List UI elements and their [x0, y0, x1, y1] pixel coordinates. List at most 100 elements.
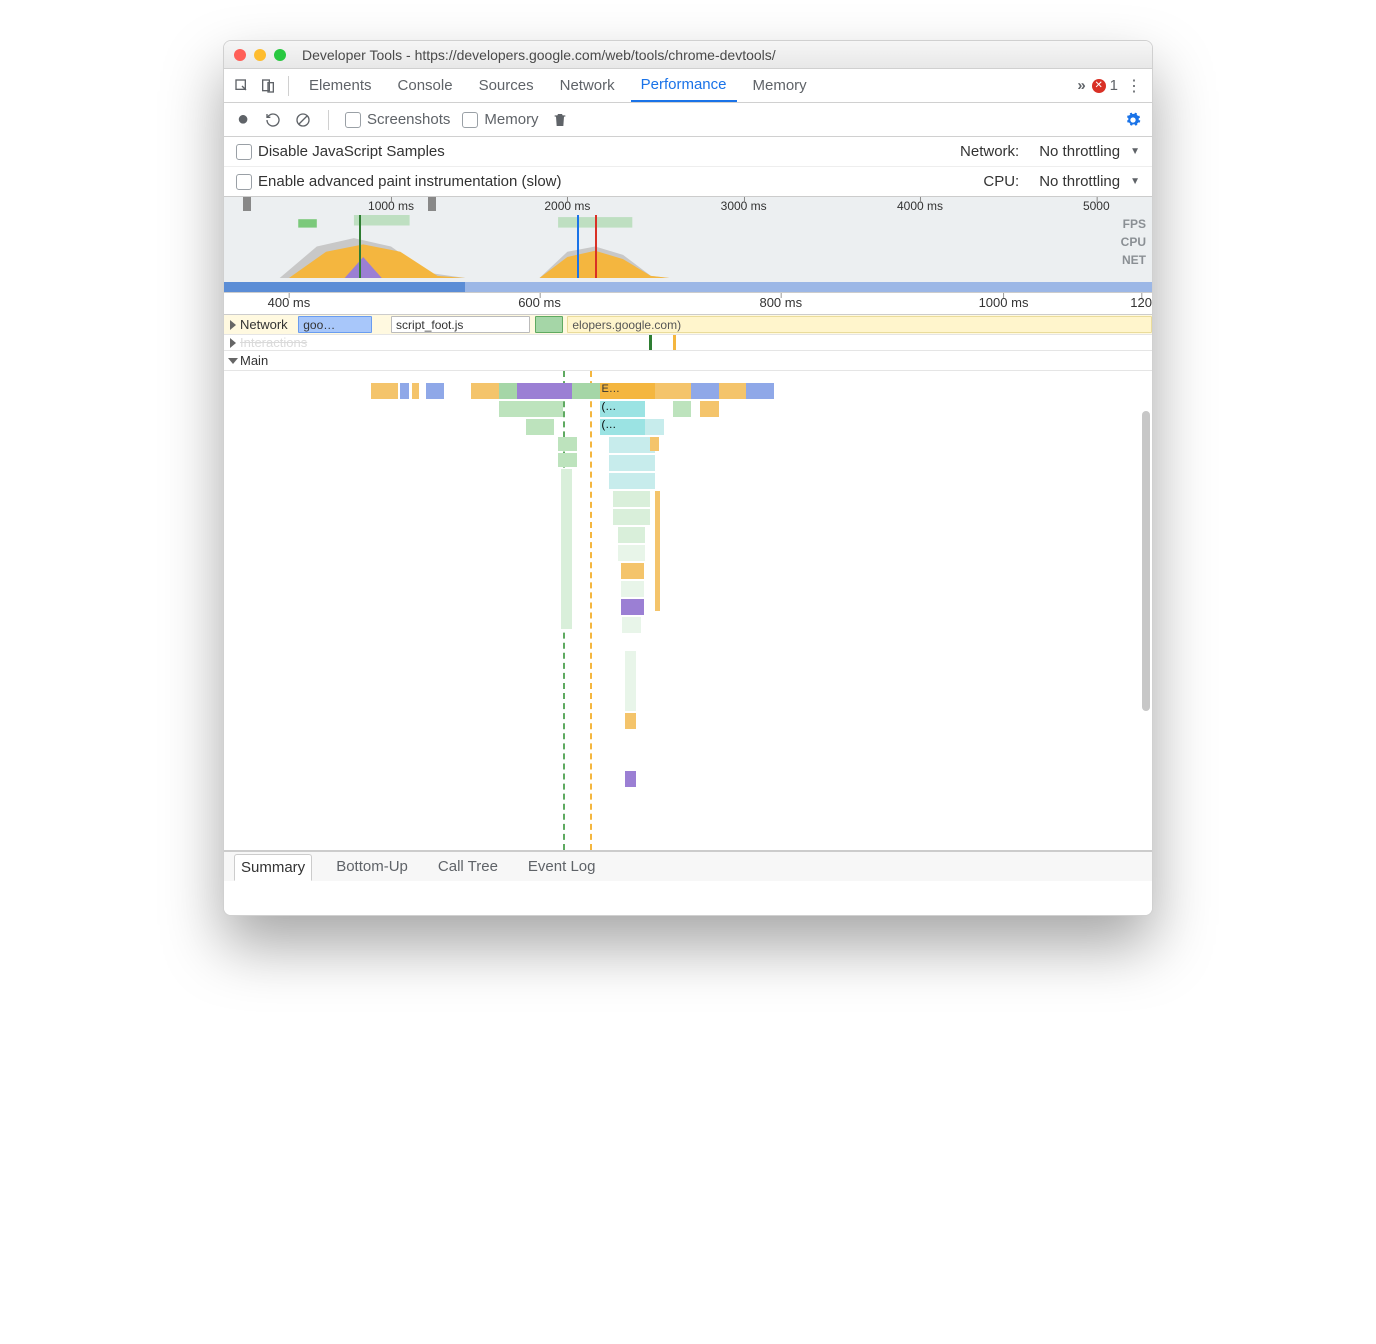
flame-bar[interactable] — [412, 383, 419, 399]
tab-elements[interactable]: Elements — [299, 70, 382, 101]
flame-bar[interactable] — [621, 581, 644, 597]
record-icon[interactable]: ● — [234, 111, 252, 129]
network-request[interactable]: elopers.google.com) — [567, 316, 1152, 333]
flame-bar[interactable] — [517, 383, 572, 399]
flame-bar[interactable] — [625, 713, 636, 729]
tab-memory[interactable]: Memory — [743, 70, 817, 101]
details-panel — [224, 881, 1152, 915]
close-icon[interactable] — [234, 49, 246, 61]
flame-bar[interactable] — [558, 437, 576, 451]
tab-network[interactable]: Network — [550, 70, 625, 101]
flame-bar[interactable] — [621, 599, 644, 615]
ruler-tick: 600 ms — [518, 295, 561, 310]
lane-network[interactable]: Network goo… script_foot.js elopers.goog… — [224, 315, 1152, 335]
error-count: 1 — [1110, 77, 1118, 94]
tab-performance[interactable]: Performance — [631, 69, 737, 102]
memory-checkbox[interactable]: Memory — [462, 111, 538, 128]
flame-bar[interactable] — [471, 383, 498, 399]
flame-bar[interactable] — [609, 437, 655, 453]
flame-bar[interactable] — [719, 383, 746, 399]
flame-bar[interactable] — [499, 383, 517, 399]
clear-icon[interactable] — [294, 111, 312, 129]
error-badge[interactable]: ✕ 1 — [1092, 77, 1118, 94]
inspect-icon[interactable] — [232, 76, 252, 96]
flame-chart[interactable]: E… (… (… — [224, 371, 1152, 851]
flame-bar[interactable] — [650, 437, 659, 451]
tab-sources[interactable]: Sources — [469, 70, 544, 101]
main-tabbar: Elements Console Sources Network Perform… — [224, 69, 1152, 103]
flame-bar[interactable] — [621, 563, 644, 579]
tab-event-log[interactable]: Event Log — [522, 854, 602, 879]
tab-bottom-up[interactable]: Bottom-Up — [330, 854, 414, 879]
network-request[interactable] — [535, 316, 563, 333]
flame-bar[interactable] — [558, 453, 576, 467]
divider — [328, 110, 329, 130]
flame-bar[interactable]: (… — [600, 419, 646, 435]
ov-tick: 3000 ms — [721, 199, 767, 213]
flame-bar[interactable] — [609, 473, 655, 489]
device-toggle-icon[interactable] — [258, 76, 278, 96]
flame-bar[interactable] — [618, 545, 645, 561]
flame-bar[interactable] — [526, 419, 553, 435]
flame-bar[interactable] — [572, 383, 599, 399]
disable-js-checkbox[interactable]: Disable JavaScript Samples — [236, 143, 445, 160]
disclosure-icon[interactable] — [230, 320, 236, 330]
error-icon: ✕ — [1092, 79, 1106, 93]
flame-bar[interactable] — [499, 401, 563, 417]
flame-bar[interactable] — [655, 491, 660, 611]
flame-bar[interactable] — [655, 383, 692, 399]
divider — [288, 76, 289, 96]
enable-paint-checkbox[interactable]: Enable advanced paint instrumentation (s… — [236, 173, 562, 190]
ov-tick: 1000 ms — [368, 199, 414, 213]
tab-call-tree[interactable]: Call Tree — [432, 854, 504, 879]
network-request[interactable]: script_foot.js — [391, 316, 530, 333]
reload-icon[interactable] — [264, 111, 282, 129]
flame-bar[interactable] — [613, 509, 650, 525]
cpu-throttle-select[interactable]: No throttling ▼ — [1039, 173, 1140, 190]
cpu-throttle-label: CPU: — [983, 173, 1019, 190]
screenshots-checkbox[interactable]: Screenshots — [345, 111, 450, 128]
disclosure-down-icon[interactable] — [228, 358, 238, 364]
flame-bar[interactable] — [625, 771, 636, 787]
flame-bar[interactable] — [700, 401, 718, 417]
zoom-icon[interactable] — [274, 49, 286, 61]
ov-tick: 2000 ms — [544, 199, 590, 213]
flame-bar[interactable] — [618, 527, 645, 543]
flame-bar[interactable] — [561, 469, 572, 629]
trash-icon[interactable] — [551, 111, 569, 129]
network-throttle-select[interactable]: No throttling ▼ — [1039, 143, 1140, 160]
flame-bar[interactable] — [371, 383, 398, 399]
timeline-overview[interactable]: 1000 ms 2000 ms 3000 ms 4000 ms 5000 FPS… — [224, 197, 1152, 293]
ruler-tick: 800 ms — [759, 295, 802, 310]
tab-console[interactable]: Console — [388, 70, 463, 101]
tabs-overflow-icon[interactable]: » — [1077, 77, 1085, 94]
minimize-icon[interactable] — [254, 49, 266, 61]
vertical-scrollbar[interactable] — [1142, 411, 1150, 711]
lane-main[interactable]: Main — [224, 351, 1152, 371]
flame-bar[interactable] — [400, 383, 409, 399]
flame-bar[interactable] — [622, 617, 640, 633]
flame-bar[interactable] — [609, 455, 655, 471]
flame-bar[interactable] — [645, 419, 663, 435]
selection-handle-left[interactable] — [243, 197, 251, 211]
selection-handle-right[interactable] — [428, 197, 436, 211]
flame-bar[interactable] — [625, 651, 636, 711]
ov-tick: 5000 — [1083, 199, 1110, 213]
marker-dash-orange — [590, 371, 592, 850]
screenshots-label: Screenshots — [367, 111, 450, 128]
flame-bar[interactable] — [673, 401, 691, 417]
flame-bar[interactable] — [691, 383, 718, 399]
gear-icon[interactable] — [1124, 111, 1142, 129]
flame-bar[interactable]: (… — [600, 401, 646, 417]
lane-interactions[interactable]: Interactions — [224, 335, 1152, 351]
kebab-menu-icon[interactable]: ⋮ — [1124, 76, 1144, 96]
flame-bar[interactable] — [613, 491, 650, 507]
ov-tick: 4000 ms — [897, 199, 943, 213]
tab-summary[interactable]: Summary — [234, 854, 312, 881]
flame-bar[interactable] — [426, 383, 444, 399]
detail-ruler[interactable]: 400 ms 600 ms 800 ms 1000 ms 120 — [224, 293, 1152, 315]
disclosure-icon[interactable] — [230, 338, 236, 348]
flame-bar[interactable]: E… — [600, 383, 655, 399]
flame-bar[interactable] — [746, 383, 773, 399]
lane-interactions-label: Interactions — [240, 335, 307, 350]
